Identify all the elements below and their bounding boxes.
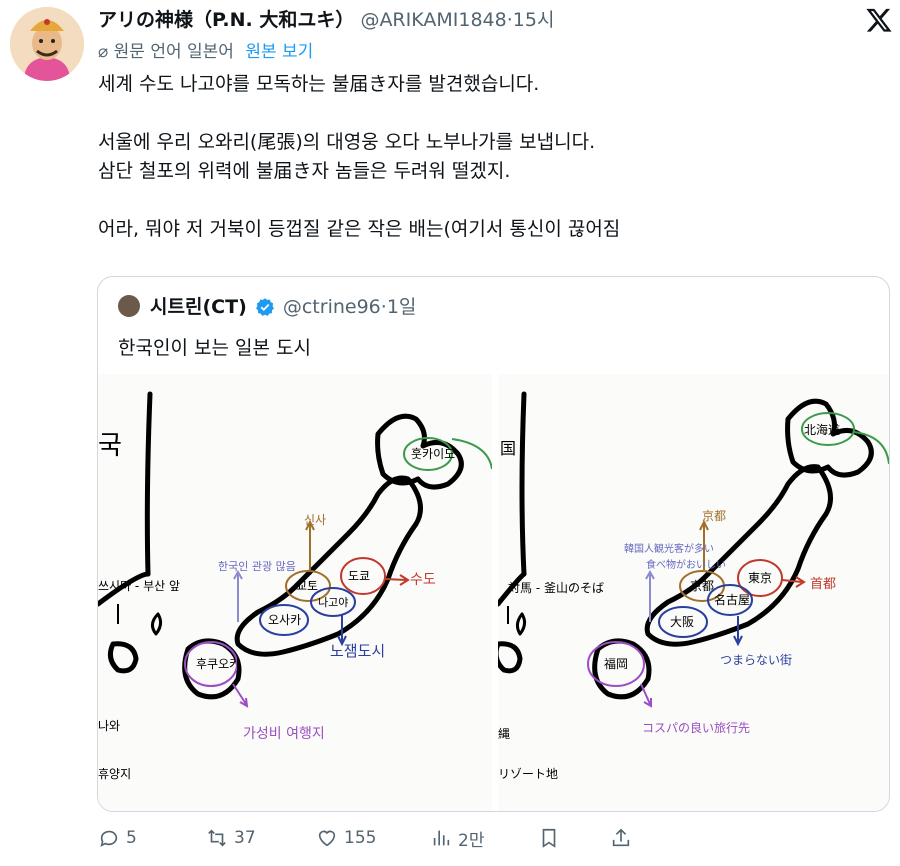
tweet-line: 서울에 우리 오와리(尾張)의 대영웅 오다 노부나가를 보냅니다.	[98, 131, 596, 153]
verified-badge-icon	[255, 297, 275, 317]
map-note-fukuoka: 가성비 여행지	[243, 726, 325, 742]
map-note-osaka-a: 韓国人観光客が多い	[624, 542, 714, 555]
map-note-nagoya: 노잼도시	[330, 642, 385, 660]
map-note-kyoto: 신사	[304, 513, 326, 527]
map-label-osaka: 大阪	[670, 615, 694, 629]
like-button[interactable]: 155	[316, 822, 376, 854]
map-label-korea: 国	[500, 439, 516, 458]
translate-note: 원문 언어 일본어	[113, 42, 234, 62]
bar-chart-icon	[433, 830, 450, 846]
bookmark-button[interactable]	[538, 822, 566, 854]
map-label-hokkaido: 北海道	[804, 422, 840, 437]
author-avatar[interactable]	[10, 7, 84, 81]
quote-handle[interactable]: @ctrine96	[283, 296, 381, 318]
repost-icon	[208, 829, 226, 847]
map-label-tsushima: 対馬 - 釜山のそば	[508, 580, 604, 595]
map-note-capital: 수도	[410, 572, 436, 588]
map-label-okinawa: 나와	[98, 719, 120, 733]
reply-button[interactable]: 5	[98, 822, 137, 854]
map-label-fukuoka: 福岡	[604, 656, 628, 671]
quote-author-name[interactable]: 시트린(CT)	[150, 296, 247, 318]
map-label-fukuoka: 후쿠오카	[196, 657, 240, 671]
share-button[interactable]	[610, 822, 638, 854]
reply-count: 5	[126, 828, 137, 848]
map-korean-labels: 국 쓰시마 - 부산 앞 훗카이도 교토 도쿄 나고야 오사카 후쿠오카 신사 …	[98, 391, 492, 781]
tweet-time[interactable]: 15시	[513, 9, 555, 31]
quote-header: 시트린(CT) @ctrine96·1일	[118, 292, 416, 319]
quote-time[interactable]: 1일	[387, 296, 417, 318]
quote-avatar[interactable]	[118, 295, 140, 317]
map-label-nagoya: 나고야	[318, 596, 348, 609]
map-label-kyoto: 京都	[690, 579, 714, 593]
map-label-tokyo: 도쿄	[348, 569, 370, 583]
map-note-capital: 首都	[810, 577, 836, 592]
map-note-kyoto: 京都	[702, 509, 726, 523]
map-note-okinawa: リゾート地	[498, 767, 558, 781]
share-icon	[612, 828, 630, 847]
map-label-nagoya: 名古屋	[714, 592, 750, 607]
x-logo-icon[interactable]	[865, 6, 893, 34]
tweet-actions: 5 37 155 2만	[98, 822, 888, 854]
reply-icon	[100, 830, 118, 847]
like-count: 155	[344, 828, 377, 848]
map-label-kyoto: 교토	[296, 579, 318, 593]
tweet-body: 세계 수도 나고야를 모독하는 불届き자를 발견했습니다. 서울에 우리 오와리…	[98, 70, 878, 244]
views-button[interactable]: 2만	[430, 822, 484, 854]
views-count: 2만	[458, 830, 485, 851]
author-name[interactable]: アリの神様（P.N. 大和ユキ）	[98, 9, 354, 31]
bookmark-icon	[542, 828, 556, 848]
tweet-line: 세계 수도 나고야를 모독하는 불届き자를 발견했습니다.	[98, 73, 540, 95]
map-note-osaka: 한국인 관광 많음	[218, 560, 296, 573]
quoted-tweet[interactable]: 시트린(CT) @ctrine96·1일 한국인이 보는 일본 도시 국 쓰시마…	[97, 276, 890, 812]
map-japanese-labels: 国 対馬 - 釜山のそば 北海道 京都 東京 名古屋 大阪 福岡 京都 韓国人観…	[498, 391, 889, 781]
repost-count: 37	[234, 828, 256, 848]
quote-text: 한국인이 보는 일본 도시	[118, 337, 311, 359]
show-original-link[interactable]: 원본 보기	[245, 42, 313, 62]
tweet-line: 삼단 철포의 위력에 불届き자 놈들은 두려워 떨겠지.	[98, 160, 511, 182]
translate-icon: ⌀	[98, 42, 109, 62]
map-label-tokyo: 東京	[748, 571, 772, 585]
quote-image[interactable]: 국 쓰시마 - 부산 앞 훗카이도 교토 도쿄 나고야 오사카 후쿠오카 신사 …	[98, 374, 889, 811]
map-label-tsushima: 쓰시마 - 부산 앞	[98, 579, 180, 593]
map-label-okinawa: 縄	[498, 726, 510, 741]
map-note-nagoya: つまらない街	[720, 653, 792, 667]
tweet-line: 어라, 뭐야 저 거북이 등껍질 같은 작은 배는(여기서 통신이 끊어짐	[98, 218, 621, 240]
map-note-osaka-b: 食べ物がおいしい	[646, 558, 726, 571]
map-label-hokkaido: 훗카이도	[411, 447, 455, 461]
tweet-header: アリの神様（P.N. 大和ユキ） @ARIKAMI1848·15시	[98, 5, 554, 32]
map-label-korea: 국	[98, 431, 122, 461]
translation-bar: ⌀ 원문 언어 일본어 원본 보기	[98, 37, 313, 62]
map-label-osaka: 오사카	[268, 613, 301, 627]
repost-button[interactable]: 37	[206, 822, 256, 854]
heart-icon	[318, 830, 336, 847]
author-handle[interactable]: @ARIKAMI1848	[360, 9, 506, 31]
map-note-okinawa: 휴양지	[98, 767, 131, 781]
map-note-fukuoka: コスパの良い旅行先	[642, 720, 750, 735]
